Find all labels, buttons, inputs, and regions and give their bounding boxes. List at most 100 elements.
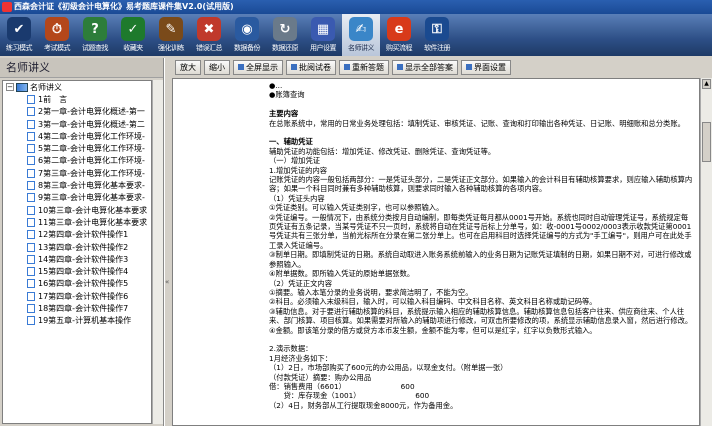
doc-paragraph: ④附单据数。即所输入凭证的原始单据张数。 [269, 269, 415, 279]
document-icon [27, 181, 35, 191]
tree-item[interactable]: 16第四章-会计软件操作5 [3, 278, 151, 290]
backup-icon: ◉ [235, 17, 259, 41]
tree-item[interactable]: 4第二章-会计电算化工作环境- [3, 130, 151, 142]
button-icon [466, 64, 472, 70]
toolbar-button-1[interactable]: ⏱ 考试模式 [38, 14, 76, 56]
document-icon [27, 168, 35, 178]
document-content: ●... ●账簿查询 主要内容 在总账系统中，常用的日常业务处理包括：填制凭证、审核凭… [173, 79, 699, 410]
tree-item[interactable]: 6第二章-会计电算化工作环境- [3, 155, 151, 167]
doc-paragraph: （1）2日，市场部购买了600元的办公用品，以现金支付。（附单据一张） [269, 363, 508, 373]
tree-item[interactable]: 1前 言 [3, 93, 151, 105]
training-icon: ✎ [159, 17, 183, 41]
tree-item[interactable]: 13第四章-会计软件操作2 [3, 241, 151, 253]
doc-paragraph: 1.增加凭证的内容 [269, 165, 328, 175]
tree-item[interactable]: 8第三章-会计电算化基本要求- [3, 179, 151, 191]
tree-item[interactable]: 19第五章-计算机基本操作 [3, 315, 151, 327]
tree-item[interactable]: 3第一章-会计电算化概述-第二 [3, 118, 151, 130]
tree-item[interactable]: 14第四章-会计软件操作3 [3, 253, 151, 265]
document-icon [27, 291, 35, 301]
tree-item[interactable]: 11第三章-会计电算化基本要求 [3, 216, 151, 228]
document-icon [27, 316, 35, 326]
restore-icon: ↻ [273, 17, 297, 41]
doc-paragraph: 记账凭证的内容一般包括两部分：一是凭证头部分，二是凭证正文部分。如果输入的会计科… [269, 175, 693, 194]
doc-button-2[interactable]: 全屏显示 [233, 59, 283, 75]
doc-paragraph: ①摘要。输入本笔分录的业务说明，要求简洁明了，不能为空。 [269, 287, 473, 297]
toolbar-button-label: 收藏夹 [123, 44, 143, 52]
toolbar-button-4[interactable]: ✎ 强化训练 [152, 14, 190, 56]
scroll-thumb[interactable] [702, 122, 711, 162]
button-icon [397, 64, 403, 70]
tree-item-label: 3第一章-会计电算化概述-第二 [38, 119, 145, 129]
doc-button-1[interactable]: 缩小 [204, 59, 230, 75]
doc-button-label: 界面设置 [474, 62, 506, 72]
toolbar-button-2[interactable]: ? 试题查找 [76, 14, 114, 56]
document-icon [27, 230, 35, 240]
collapse-icon[interactable]: − [6, 83, 14, 92]
tree-item-label: 14第四章-会计软件操作3 [38, 254, 129, 264]
tree-scrollbar[interactable] [152, 80, 163, 424]
doc-paragraph: ①凭证类别。可以输入凭证类别字，也可以参照输入。 [269, 203, 444, 213]
toolbar-button-label: 考试模式 [44, 44, 71, 52]
tree-item-label: 5第二章-会计电算化工作环境- [38, 144, 145, 154]
favorites-icon: ✓ [121, 17, 145, 41]
tree-item[interactable]: 10第三章-会计电算化基本要求 [3, 204, 151, 216]
toolbar-button-0[interactable]: ✔ 练习模式 [0, 14, 38, 56]
tree-item-label: 8第三章-会计电算化基本要求- [38, 181, 145, 191]
doc-paragraph: 在总账系统中，常用的日常业务处理包括：填制凭证、审核凭证、记账、查询和打印输出各… [269, 118, 685, 128]
tree-item[interactable]: 5第二章-会计电算化工作环境- [3, 142, 151, 154]
tree-item[interactable]: 17第四章-会计软件操作6 [3, 290, 151, 302]
toolbar-button-11[interactable]: ⚿ 软件注册 [418, 14, 456, 56]
tree-item[interactable]: 9第三章-会计电算化基本要求- [3, 192, 151, 204]
document-icon [27, 242, 35, 252]
collapse-arrows-icon[interactable]: « [165, 278, 169, 286]
panel-splitter[interactable]: « [164, 58, 170, 426]
tree-item-label: 7第三章-会计电算化工作环境- [38, 168, 145, 178]
doc-button-0[interactable]: 放大 [175, 59, 201, 75]
app-icon [2, 2, 12, 12]
doc-button-5[interactable]: 显示全部答案 [392, 59, 458, 75]
tree-item-label: 10第三章-会计电算化基本要求 [38, 205, 148, 215]
tree-item[interactable]: 12第四章-会计软件操作1 [3, 229, 151, 241]
toolbar-button-label: 用户设置 [310, 44, 337, 52]
document-icon [27, 119, 35, 129]
document-icon [27, 267, 35, 277]
tree-item-label: 4第二章-会计电算化工作环境- [38, 131, 145, 141]
doc-paragraph: 借：销售费用（6601） 600 [269, 381, 415, 391]
doc-paragraph: 主要内容 [269, 109, 299, 119]
toolbar-button-8[interactable]: ▦ 用户设置 [304, 14, 342, 56]
toolbar-button-label: 数据备份 [234, 44, 261, 52]
doc-paragraph: 一、辅助凭证 [269, 137, 313, 147]
tree-item-label: 17第四章-会计软件操作6 [38, 291, 129, 301]
toolbar-button-10[interactable]: e 购买流程 [380, 14, 418, 56]
toolbar-button-7[interactable]: ↻ 数据还原 [266, 14, 304, 56]
doc-paragraph [269, 335, 693, 344]
toolbar-button-6[interactable]: ◉ 数据备份 [228, 14, 266, 56]
doc-paragraph: （2）4日，财务部从工行提取现金8000元，作为备用金。 [269, 400, 458, 410]
window-title: 西森会计证《初级会计电算化》易考题库课件集V2.0(试用版) [14, 2, 234, 11]
error-summary-icon: ✖ [197, 17, 221, 41]
doc-button-label: 显示全部答案 [405, 62, 453, 72]
toolbar-button-9[interactable]: ✍ 名师讲义 [342, 14, 380, 56]
tree-root[interactable]: − 名师讲义 [3, 81, 151, 93]
scroll-up-icon[interactable]: ▲ [702, 79, 711, 89]
doc-button-6[interactable]: 界面设置 [461, 59, 511, 75]
toolbar-button-label: 试题查找 [82, 44, 109, 52]
tree-item[interactable]: 2第一章-会计电算化概述-第一 [3, 106, 151, 118]
tree-item[interactable]: 7第三章-会计电算化工作环境- [3, 167, 151, 179]
document-scrollbar[interactable]: ▲ [700, 78, 712, 426]
tree-item[interactable]: 18第四章-会计软件操作7 [3, 302, 151, 314]
tree-item-label: 13第四章-会计软件操作2 [38, 242, 129, 252]
toolbar-button-5[interactable]: ✖ 错误汇总 [190, 14, 228, 56]
doc-button-3[interactable]: 批阅试卷 [286, 59, 336, 75]
left-panel-title: 名师讲义 [0, 58, 163, 78]
doc-paragraph: （一）增加凭证 [269, 156, 321, 166]
document-icon [27, 94, 35, 104]
user-settings-icon: ▦ [311, 17, 335, 41]
doc-button-4[interactable]: 重新答题 [339, 59, 389, 75]
doc-paragraph: 辅助凭证的功能包括：增加凭证、修改凭证、删除凭证、查询凭证等。 [269, 146, 496, 156]
doc-paragraph: （付款凭证）摘要：购办公用品 [269, 372, 372, 382]
toolbar-button-3[interactable]: ✓ 收藏夹 [114, 14, 152, 56]
register-icon: ⚿ [425, 17, 449, 41]
tree-item[interactable]: 15第四章-会计软件操作4 [3, 265, 151, 277]
doc-paragraph: （2）凭证正文内容 [269, 278, 333, 288]
